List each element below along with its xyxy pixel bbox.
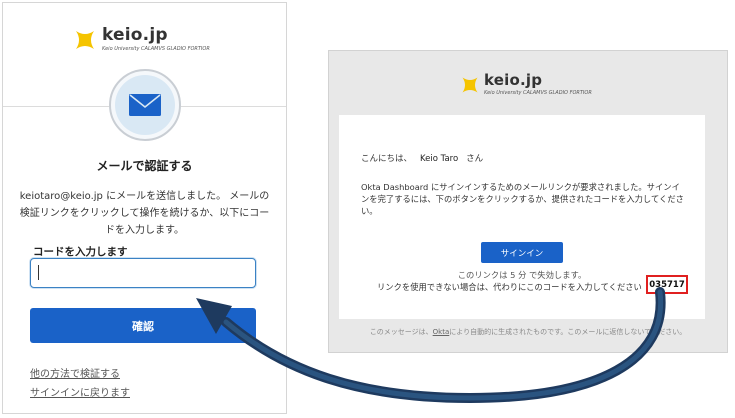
email-signin-button[interactable]: サインイン	[481, 242, 563, 263]
verify-other-method-link[interactable]: 他の方法で検証する	[30, 365, 120, 380]
verification-code: 035717	[646, 275, 688, 294]
keio-brand: keio.jp Keio University CALAMVS GLADIO F…	[73, 27, 210, 52]
footer-suffix: により自動的に生成されたものです。このメールに返信しないでください。	[449, 328, 687, 336]
greeting-prefix: こんにちは、	[361, 154, 413, 164]
email-greeting: こんにちは、 Keio Taro さん	[361, 152, 483, 164]
keio-logo-icon	[462, 77, 478, 92]
email-brand-tagline: Keio University CALAMVS GLADIO FORTIOR	[484, 90, 592, 96]
code-label: コードを入力します	[33, 246, 128, 258]
email-preview: keio.jp Keio University CALAMVS GLADIO F…	[328, 50, 728, 353]
footer-okta-link[interactable]: Okta	[433, 328, 450, 336]
brand-name: keio.jp	[102, 25, 168, 45]
user-name: Keio Taro	[420, 154, 459, 164]
email-body: Okta Dashboard にサインインするためのメールリンクが要求されました…	[361, 182, 684, 216]
back-to-signin-link[interactable]: サインインに戻ります	[30, 384, 130, 399]
mail-badge	[109, 69, 181, 141]
verify-description: keiotaro@keio.jp にメールを送信しました。 メールの検証リンクを…	[19, 191, 270, 236]
page-title: メールで認証する	[96, 159, 193, 173]
footer-prefix: このメッセージは、	[369, 328, 433, 336]
email-keio-brand: keio.jp Keio University CALAMVS GLADIO F…	[460, 73, 592, 96]
fallback-note: リンクを使用できない場合は、代わりにこのコードを入力してください	[377, 282, 642, 292]
greeting-suffix: さん	[466, 154, 484, 164]
confirm-button[interactable]: 確認	[30, 308, 256, 343]
okta-verify-panel: keio.jp Keio University CALAMVS GLADIO F…	[2, 2, 287, 414]
keio-logo-icon	[76, 30, 94, 49]
email-footer: このメッセージは、Oktaにより自動的に生成されたものです。このメールに返信しな…	[329, 327, 727, 337]
email-card: こんにちは、 Keio Taro さん Okta Dashboard にサインインす…	[339, 115, 705, 319]
text-caret	[38, 265, 39, 280]
brand-tagline: Keio University CALAMVS GLADIO FORTIOR	[102, 46, 210, 52]
envelope-icon	[129, 94, 161, 116]
code-input[interactable]	[30, 258, 256, 288]
email-brand-name: keio.jp	[484, 71, 543, 89]
